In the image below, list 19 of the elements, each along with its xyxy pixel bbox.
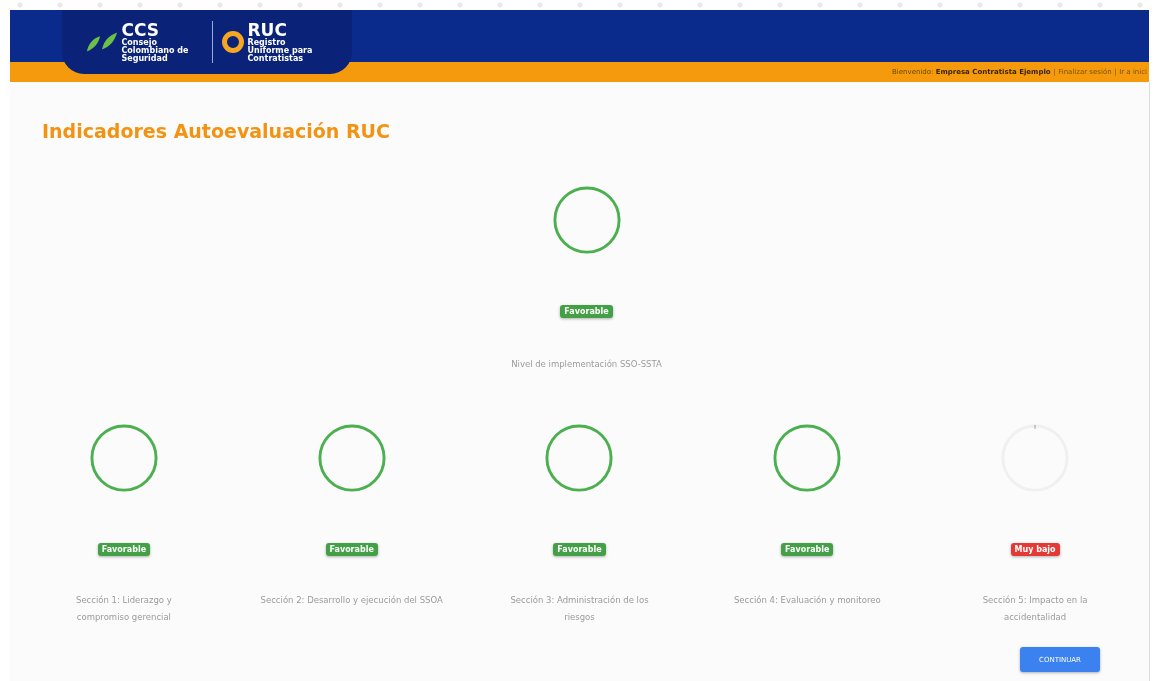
page-title: Indicadores Autoevaluación RUC [41, 119, 391, 140]
indicator-label: Sección 2: Desarrollo y ejecución del SSOA [260, 594, 443, 607]
logo-name: CCS [121, 21, 160, 39]
indicator-label: Nivel de implementación SSO-SSTA [511, 358, 662, 371]
logo-subtitle: Registro Uniforme para Contratistas [247, 39, 314, 63]
status-badge: Favorable [97, 543, 151, 556]
status-badge: Favorable [781, 543, 834, 556]
status-badge: Favorable [553, 543, 606, 556]
indicator-label: Sección 5: Impacto en la accidentalidad [981, 594, 1089, 624]
leaf-icon [84, 30, 119, 54]
logo-subtitle: Consejo Colombiano de Seguridad [121, 39, 190, 63]
indicator-label: Sección 1: Liderazgo y compromiso gerencial [75, 594, 173, 624]
status-badge: Muy bajo [1010, 543, 1060, 556]
ring-icon [220, 30, 245, 54]
indicator-label: Sección 4: Evaluación y monitoreo [733, 594, 881, 607]
status-badge: Favorable [560, 305, 613, 318]
indicator-label: Sección 3: Administración de los riesgos [509, 594, 650, 624]
status-badge: Favorable [325, 543, 378, 556]
logo-name: RUC [247, 21, 288, 39]
